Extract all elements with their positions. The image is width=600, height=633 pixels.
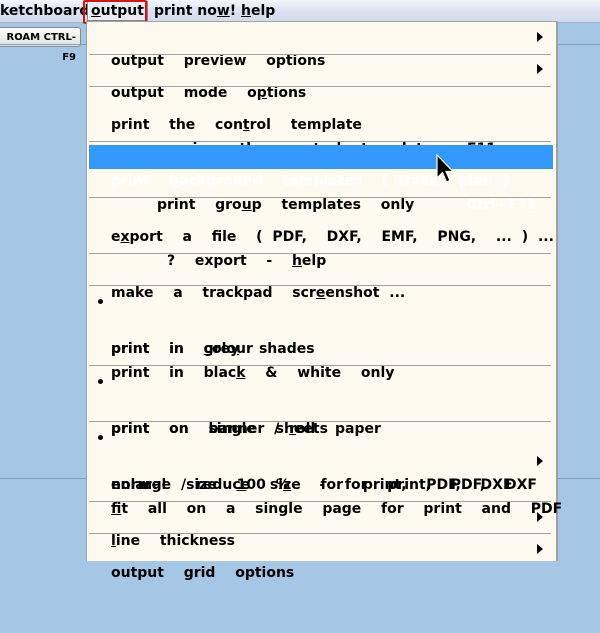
radio-bullet-icon <box>98 379 103 384</box>
menu-item-export-help[interactable]: ? export - help <box>87 225 555 269</box>
menu-label: print no <box>154 3 217 19</box>
mouse-pointer-icon <box>436 154 455 183</box>
radio-bullet-icon <box>98 299 103 304</box>
menu-item-print-in-grey[interactable]: print in grey shades <box>87 313 555 357</box>
menu-output[interactable]: output <box>87 1 148 21</box>
output-dropdown-menu: output preview options output mode optio… <box>86 21 562 581</box>
menu-item-preview-control-template[interactable]: preview the control template <box>87 113 555 157</box>
submenu-arrow-icon <box>537 32 543 42</box>
menu-separator <box>89 421 551 422</box>
menu-separator <box>89 501 551 502</box>
menu-accel: w <box>216 3 230 19</box>
menu-label: ! <box>229 3 237 19</box>
menu-separator <box>89 197 551 198</box>
menu-separator <box>89 54 551 55</box>
menu-separator <box>89 365 551 366</box>
menu-accel: o <box>91 3 101 19</box>
menu-item-print-black-white[interactable]: print in black & white only <box>87 337 555 381</box>
menu-item-print-background-templates[interactable]: print background templates ( track plan … <box>89 145 553 213</box>
menu-item-output-preview-options[interactable]: output preview options <box>87 25 555 69</box>
menu-item-output-grid-options[interactable]: output grid options <box>87 537 555 581</box>
menu-bar: ketchboard output print now! help <box>0 0 600 23</box>
menu-item-print-in-colour[interactable]: print in colour <box>87 289 555 357</box>
menu-sketchboard[interactable]: ketchboard <box>0 2 89 20</box>
menu-item-line-thickness[interactable]: line thickness <box>87 505 555 549</box>
menu-separator <box>89 141 551 142</box>
menu-help[interactable]: help <box>241 2 275 20</box>
menu-item-output-mode-options[interactable]: output mode options <box>87 57 555 101</box>
menu-item-print-group-templates[interactable]: print group templates only <box>87 169 555 213</box>
menu-item-export-file[interactable]: export a file ( PDF, DXF, EMF, PNG, ... … <box>87 201 555 245</box>
menu-label: elp <box>250 3 276 19</box>
menu-print-now[interactable]: print now! <box>154 2 236 20</box>
submenu-arrow-icon <box>537 512 543 522</box>
menu-label: utput <box>100 3 144 19</box>
menu-item-print-control-template[interactable]: print the control template F11 <box>87 89 555 157</box>
menu-item-fit-single-page[interactable]: fit all on a single page for print and P… <box>87 473 562 517</box>
menu-accel: h <box>241 3 251 19</box>
submenu-arrow-icon <box>537 544 543 554</box>
menu-label: ketchboard <box>0 3 90 19</box>
menu-item-print-single-sheets[interactable]: print on single sheets <box>87 369 555 437</box>
menu-separator <box>89 285 551 286</box>
menu-separator <box>89 253 551 254</box>
menu-item-print-banner-roll[interactable]: print on banner / roll paper <box>87 393 555 437</box>
menu-item-normal-size[interactable]: normal size 100 % - for print, PDF, DXF <box>87 425 555 493</box>
menu-separator <box>89 533 551 534</box>
menu-item-trackpad-screenshot[interactable]: make a trackpad screenshot ... <box>87 257 555 301</box>
radio-bullet-icon <box>98 435 103 440</box>
submenu-arrow-icon <box>537 456 543 466</box>
submenu-arrow-icon <box>537 64 543 74</box>
menu-item-label: output grid options <box>111 565 295 581</box>
menu-item-enlarge-reduce-size[interactable]: enlarge / reduce size for print, PDF, DX… <box>87 449 555 493</box>
menu-separator <box>89 86 551 87</box>
